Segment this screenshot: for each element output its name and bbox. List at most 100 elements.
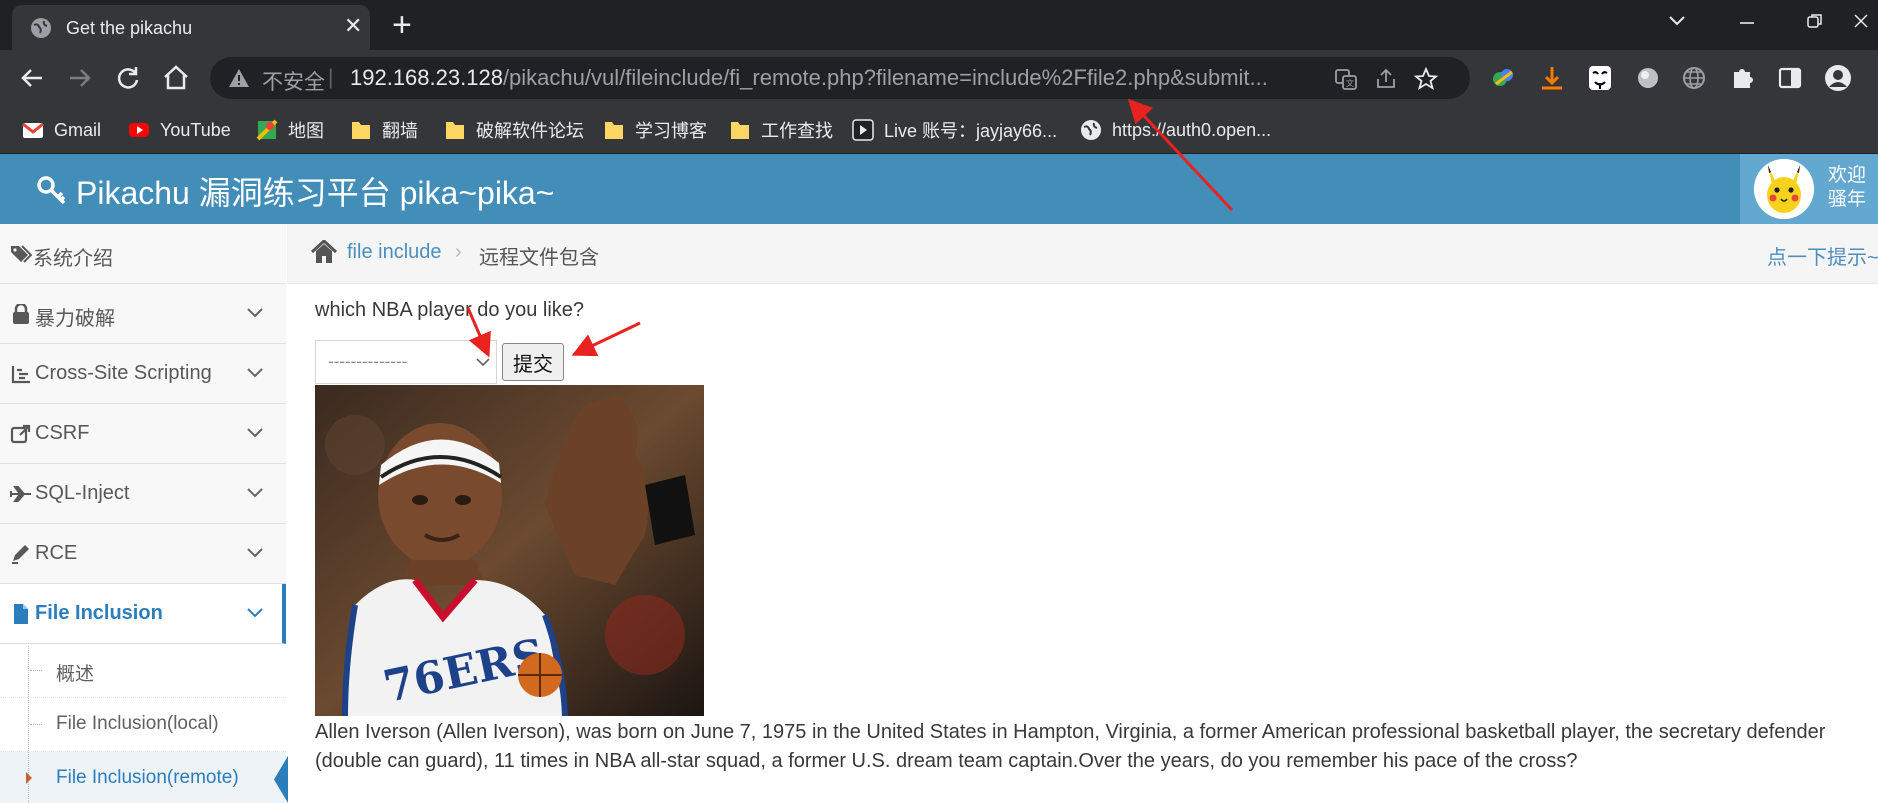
back-icon[interactable] — [16, 62, 48, 94]
plane-icon — [10, 486, 31, 502]
sidebar-item-file-inclusion[interactable]: File Inclusion — [0, 584, 286, 644]
breadcrumb-link[interactable]: file include — [347, 241, 442, 264]
sidebar-subitem-label: 概述 — [56, 664, 95, 685]
restore-icon[interactable] — [1806, 12, 1824, 30]
bookmark-folder-vpn[interactable]: 翻墙 — [350, 116, 418, 144]
lock-icon — [13, 304, 29, 324]
sidebar-subitem-overview[interactable]: 概述 — [0, 644, 286, 698]
sidebar-item-xss[interactable]: Cross-Site Scripting — [0, 344, 286, 404]
youtube-icon — [129, 123, 149, 137]
player-select[interactable]: -------------- — [315, 340, 497, 384]
sidebar-item-rce[interactable]: RCE — [0, 524, 286, 584]
bookmark-label: https://auth0.open... — [1112, 119, 1272, 140]
mask-extension-icon[interactable] — [1586, 64, 1614, 92]
bookmark-star-icon[interactable] — [1414, 67, 1438, 91]
bookmarks-bar: Gmail YouTube 地图 翻墙 破解软件论坛 学习博客 工作查找 Liv… — [0, 106, 1878, 154]
user-menu[interactable]: 欢迎 骚年 — [1740, 154, 1878, 224]
sidebar-item-bruteforce[interactable]: 暴力破解 — [0, 284, 286, 344]
sidebar: 系统介绍 暴力破解 Cross-Site Scripting CSRF SQL-… — [0, 224, 286, 803]
insecure-label[interactable]: 不安全 — [262, 66, 325, 96]
breadcrumb-separator: › — [455, 241, 462, 263]
question-label: which NBA player do you like? — [315, 299, 585, 321]
bookmark-label: YouTube — [160, 119, 231, 140]
download-extension-icon[interactable] — [1538, 64, 1566, 92]
key-icon — [37, 176, 66, 205]
chevron-down-icon — [247, 368, 263, 378]
bookmark-auth0[interactable]: https://auth0.open... — [1080, 116, 1271, 144]
minimize-icon[interactable] — [1738, 14, 1756, 32]
gmail-icon — [22, 122, 44, 138]
site-header: Pikachu 漏洞练习平台 pika~pika~ 欢迎 骚年 — [0, 154, 1878, 224]
bookmark-label: 地图 — [288, 121, 324, 141]
reload-icon[interactable] — [112, 62, 144, 94]
chevron-down-icon — [476, 358, 490, 367]
window-close-icon[interactable] — [1852, 12, 1870, 30]
bookmark-gmail[interactable]: Gmail — [22, 116, 101, 144]
web-extension-icon[interactable] — [1680, 64, 1708, 92]
submit-button[interactable]: 提交 — [502, 343, 564, 381]
bookmark-folder-forum[interactable]: 破解软件论坛 — [444, 116, 584, 144]
translate-icon[interactable]: 文 — [1334, 67, 1358, 91]
sidebar-item-label: 暴力破解 — [35, 308, 115, 330]
sidebar-item-label: RCE — [35, 542, 78, 564]
share-square-icon — [10, 424, 31, 444]
chevron-down-icon — [247, 548, 263, 558]
bookmark-folder-jobs[interactable]: 工作查找 — [729, 116, 833, 144]
sidebar-subitem-label: File Inclusion(remote) — [56, 767, 239, 788]
list-icon — [11, 366, 30, 384]
home-icon[interactable] — [160, 62, 192, 94]
bookmark-live[interactable]: Live 账号：jayjay66... — [852, 116, 1057, 144]
sidebar-subitem-label: File Inclusion(local) — [56, 713, 219, 734]
tree-connector — [30, 724, 42, 725]
url-path: /pikachu/vul/fileinclude/fi_remote.php?f… — [502, 65, 1268, 90]
forward-icon[interactable] — [64, 62, 96, 94]
sidebar-item-label: File Inclusion — [35, 602, 163, 624]
warning-icon[interactable] — [228, 67, 250, 89]
address-bar[interactable]: 不安全 | 192.168.23.128/pikachu/vul/fileinc… — [210, 57, 1470, 99]
brand[interactable]: Pikachu 漏洞练习平台 pika~pika~ — [36, 168, 554, 214]
sidebar-item-intro[interactable]: 系统介绍 — [0, 224, 286, 284]
url-host: 192.168.23.128 — [350, 65, 503, 90]
url-text[interactable]: 192.168.23.128/pikachu/vul/fileinclude/f… — [350, 65, 1268, 91]
browser-tab[interactable]: Get the pikachu ✕ — [12, 5, 370, 50]
sidebar-item-label: Cross-Site Scripting — [35, 362, 212, 384]
profile-icon[interactable] — [1824, 64, 1852, 92]
player-photo: 76ERS — [315, 385, 704, 716]
folder-icon — [605, 122, 623, 139]
home-icon[interactable] — [311, 240, 337, 264]
extension-colorful-icon[interactable] — [1490, 64, 1518, 92]
folder-icon — [352, 122, 370, 139]
hint-link[interactable]: 点一下提示~ — [1767, 241, 1878, 270]
sidebar-item-label: 系统介绍 — [33, 248, 113, 270]
browser-toolbar: 不安全 | 192.168.23.128/pikachu/vul/fileinc… — [0, 50, 1878, 106]
sphere-extension-icon[interactable] — [1634, 64, 1662, 92]
new-tab-button[interactable]: + — [392, 8, 412, 42]
side-panel-icon[interactable] — [1776, 64, 1804, 92]
share-icon[interactable] — [1374, 67, 1398, 91]
folder-icon — [731, 122, 749, 139]
globe-icon — [31, 18, 51, 38]
browser-titlebar: Get the pikachu ✕ + — [0, 0, 1878, 50]
player-description: Allen Iverson (Allen Iverson), was born … — [315, 721, 1826, 772]
tree-connector — [30, 670, 42, 671]
bookmark-folder-blog[interactable]: 学习博客 — [603, 116, 707, 144]
caret-right-icon — [26, 772, 32, 784]
puzzle-icon[interactable] — [1728, 64, 1756, 92]
bookmark-youtube[interactable]: YouTube — [128, 116, 231, 144]
sidebar-subitem-local[interactable]: File Inclusion(local) — [0, 698, 286, 752]
maps-icon — [256, 119, 278, 141]
welcome-text: 欢迎 骚年 — [1828, 164, 1878, 212]
globe-icon — [1081, 120, 1101, 140]
tab-title: Get the pikachu — [66, 18, 193, 38]
bookmark-label: 翻墙 — [382, 121, 418, 141]
sidebar-item-label: SQL-Inject — [35, 482, 130, 504]
sidebar-item-sqli[interactable]: SQL-Inject — [0, 464, 286, 524]
bookmark-maps[interactable]: 地图 — [256, 116, 324, 144]
tab-search-icon[interactable] — [1668, 14, 1686, 28]
tab-close-icon[interactable]: ✕ — [344, 15, 362, 37]
sidebar-item-csrf[interactable]: CSRF — [0, 404, 286, 464]
chevron-down-icon — [247, 488, 263, 498]
chevron-down-icon — [247, 608, 263, 618]
bookmark-label: 工作查找 — [761, 121, 833, 141]
sidebar-subitem-remote[interactable]: File Inclusion(remote) — [0, 752, 286, 803]
